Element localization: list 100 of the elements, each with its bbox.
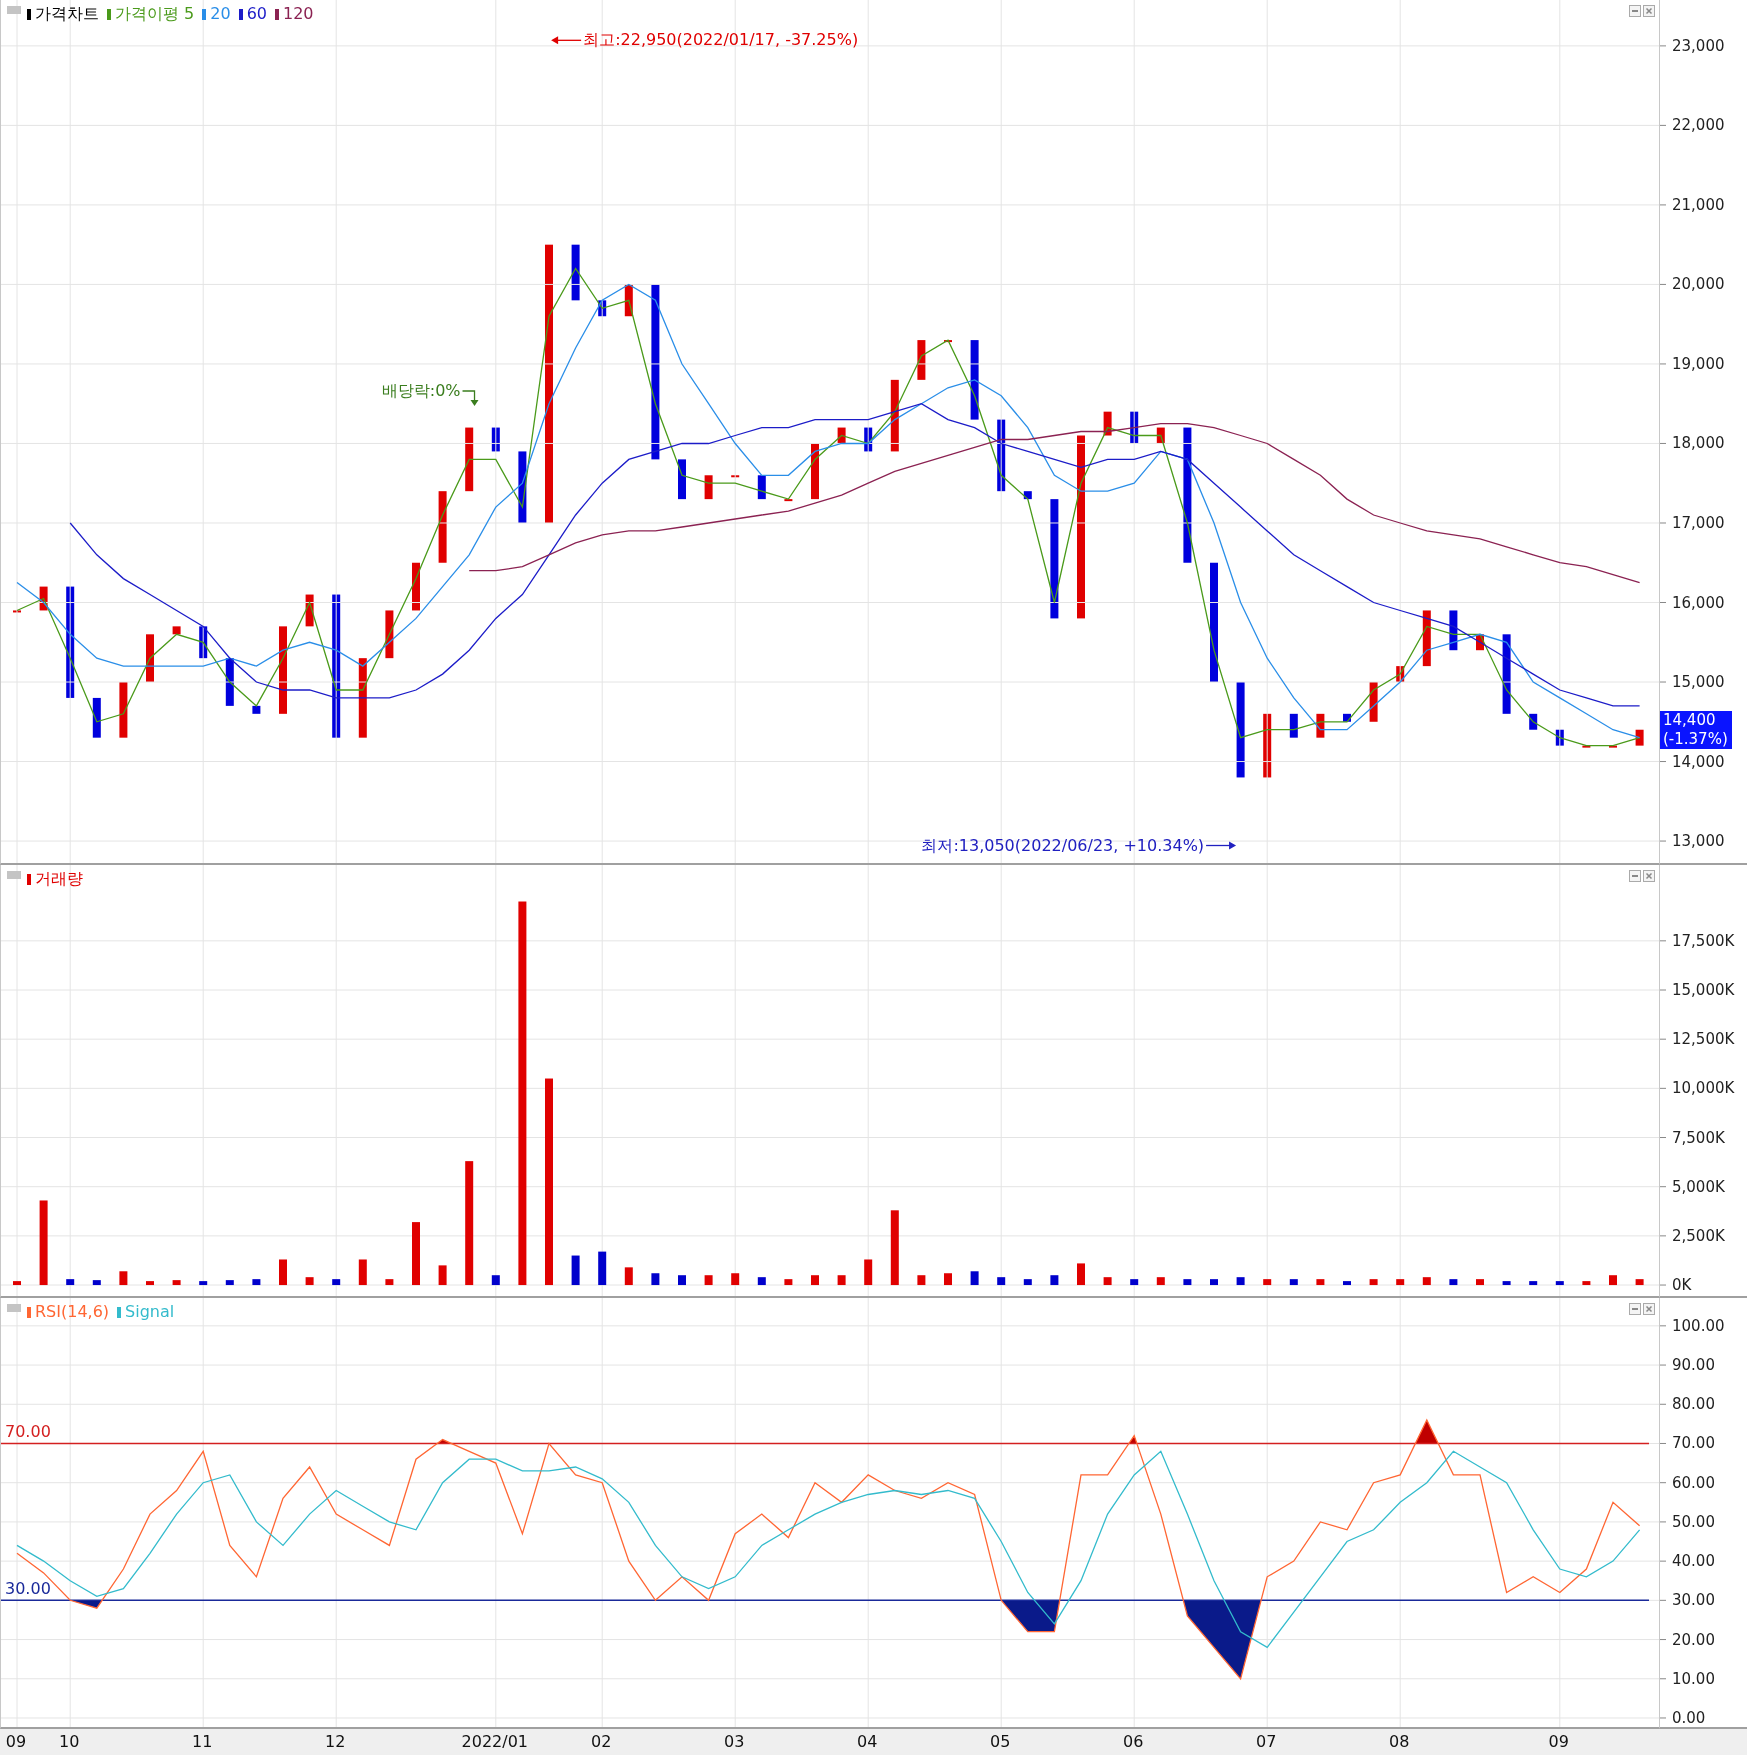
volume-bar	[1023, 1279, 1032, 1286]
volume-bar	[13, 1281, 21, 1286]
legend-label: 60	[246, 4, 267, 24]
volume-bar	[1529, 1281, 1538, 1286]
volume-bar	[678, 1275, 686, 1286]
volume-bar	[1156, 1277, 1165, 1286]
candle	[1396, 666, 1405, 682]
candle	[465, 427, 474, 492]
volume-bar	[66, 1279, 75, 1286]
minimize-icon[interactable]	[1629, 870, 1641, 882]
axis-label: 08	[1389, 1732, 1410, 1752]
legend-label: 20	[210, 4, 231, 24]
legend-label: Signal	[125, 1302, 175, 1322]
legend-label: 가격차트	[35, 4, 99, 24]
volume-bar	[997, 1277, 1006, 1286]
axis-label: 15,000	[1672, 673, 1725, 691]
candle	[518, 451, 527, 523]
volume-bar	[1316, 1279, 1325, 1286]
candle	[1582, 745, 1591, 748]
legend-label: 거래량	[35, 869, 83, 889]
volume-bar	[1609, 1275, 1617, 1286]
candle	[864, 427, 873, 452]
panel-handle-icon[interactable]	[7, 6, 21, 14]
legend-label: RSI(14,6)	[35, 1302, 110, 1322]
candle	[119, 682, 128, 738]
volume-bar	[1130, 1279, 1139, 1286]
candle	[385, 610, 394, 659]
volume-bar	[784, 1279, 793, 1286]
volume-bar	[119, 1271, 128, 1286]
volume-bar	[731, 1273, 740, 1286]
axis-label: 15,000K	[1672, 981, 1735, 999]
candle	[1130, 411, 1139, 444]
volume-bar	[491, 1275, 500, 1286]
volume-bar	[704, 1275, 713, 1286]
axis-label: 14,000	[1672, 752, 1725, 771]
candle	[438, 491, 447, 563]
volume-bar	[970, 1271, 979, 1286]
axis-label: 10,000K	[1672, 1079, 1735, 1098]
volume-bar	[811, 1275, 819, 1286]
close-icon[interactable]	[1643, 870, 1655, 882]
candle	[598, 300, 607, 317]
volume-bar	[1183, 1279, 1192, 1286]
axis-label: 100.00	[1672, 1316, 1725, 1335]
axis-label: 18,000	[1672, 434, 1725, 453]
axis-label: 60.00	[1672, 1473, 1715, 1492]
axis-label: 12,500K	[1672, 1030, 1735, 1049]
candle	[1422, 610, 1431, 667]
volume-bar	[944, 1273, 952, 1286]
volume-bar	[305, 1277, 314, 1286]
volume-bar	[172, 1280, 181, 1286]
axis-label: 12	[325, 1732, 346, 1752]
axis-label: 07	[1256, 1732, 1277, 1752]
volume-bar	[1635, 1279, 1644, 1286]
candle	[1449, 610, 1458, 651]
candle	[92, 697, 101, 738]
volume-bar	[837, 1275, 846, 1286]
axis-label: 80.00	[1672, 1395, 1715, 1414]
candle	[1289, 713, 1298, 738]
close-icon[interactable]	[1643, 1303, 1655, 1315]
axis-label: 2022/01	[461, 1732, 529, 1752]
volume-bar	[917, 1275, 926, 1286]
legend-swatch	[27, 8, 31, 20]
volume-bar	[199, 1281, 208, 1286]
volume-bar	[1343, 1281, 1351, 1286]
volume-bar	[1077, 1263, 1085, 1286]
axis-label: 70.00	[1672, 1434, 1715, 1453]
axis-label: 50.00	[1672, 1512, 1715, 1531]
arrow	[1205, 841, 1237, 850]
candle	[146, 634, 154, 682]
minimize-icon[interactable]	[1629, 1303, 1641, 1315]
candle	[784, 499, 793, 502]
volume-bar	[1502, 1281, 1511, 1286]
axis-label: 20,000	[1672, 275, 1725, 294]
volume-bar	[438, 1265, 447, 1286]
minimize-icon[interactable]	[1629, 5, 1641, 17]
legend-label: 가격이평 5	[115, 4, 195, 24]
panel-handle-icon[interactable]	[7, 1304, 21, 1312]
candle	[1476, 634, 1484, 651]
axis-label: 09	[1548, 1732, 1569, 1752]
axis-label: 20.00	[1672, 1630, 1715, 1649]
axis-label: 40.00	[1672, 1552, 1715, 1571]
candle	[1635, 729, 1644, 746]
candle	[39, 586, 48, 611]
volume-bar	[624, 1267, 633, 1286]
volume-bar	[1210, 1279, 1218, 1286]
panel-handle-icon[interactable]	[7, 871, 21, 879]
candle	[917, 340, 926, 380]
candle	[944, 340, 952, 343]
candle	[1343, 713, 1351, 722]
axis-label: 5,000K	[1672, 1177, 1725, 1196]
axis-label: 03	[724, 1732, 745, 1752]
volume-bar	[1555, 1281, 1564, 1286]
volume-bar	[279, 1259, 287, 1286]
volume-bar	[651, 1273, 660, 1286]
volume-bar	[1476, 1279, 1484, 1286]
axis-label: 7,500K	[1672, 1128, 1725, 1147]
close-icon[interactable]	[1643, 5, 1655, 17]
price-value: 14,400	[1663, 710, 1717, 730]
candle	[1555, 729, 1564, 746]
candle	[1023, 491, 1032, 500]
